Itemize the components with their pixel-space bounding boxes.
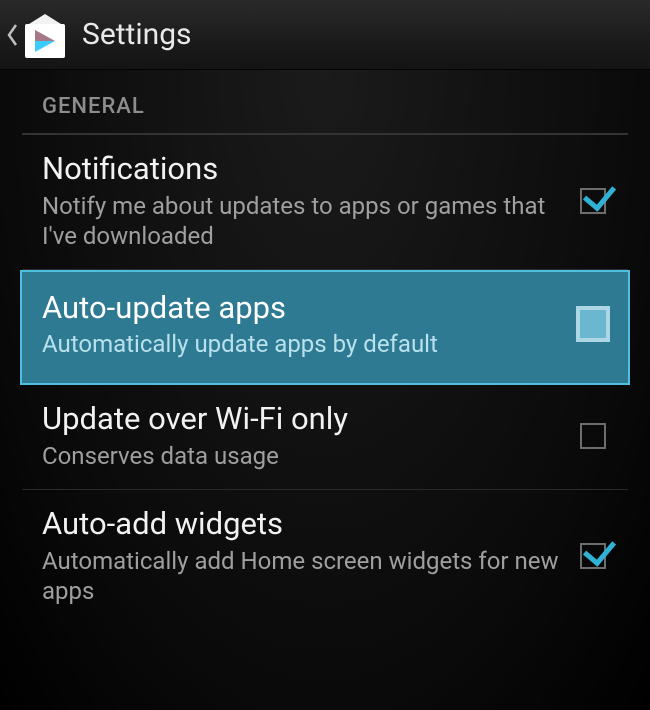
- checkmark-icon: [580, 543, 606, 569]
- setting-title: Auto-add widgets: [42, 506, 566, 542]
- page-title: Settings: [82, 17, 192, 52]
- section-header-general: GENERAL: [22, 70, 628, 135]
- setting-title: Update over Wi-Fi only: [42, 401, 566, 437]
- checkbox-wifi-only[interactable]: [576, 419, 610, 453]
- setting-title: Auto-update apps: [42, 290, 566, 326]
- setting-subtitle: Conserves data usage: [42, 441, 566, 471]
- setting-subtitle: Automatically update apps by default: [42, 329, 566, 359]
- checkbox-icon: [580, 423, 606, 449]
- action-bar: Settings: [0, 0, 650, 70]
- play-store-icon[interactable]: [20, 10, 70, 60]
- back-icon[interactable]: [6, 21, 18, 49]
- settings-list: GENERAL Notifications Notify me about up…: [0, 70, 650, 710]
- checkmark-icon: [580, 188, 606, 214]
- setting-subtitle: Notify me about updates to apps or games…: [42, 191, 566, 251]
- setting-notifications[interactable]: Notifications Notify me about updates to…: [22, 135, 628, 270]
- checkbox-icon: [576, 306, 610, 342]
- setting-auto-update-apps[interactable]: Auto-update apps Automatically update ap…: [20, 270, 630, 386]
- setting-update-wifi-only[interactable]: Update over Wi-Fi only Conserves data us…: [22, 385, 628, 490]
- setting-subtitle: Automatically add Home screen widgets fo…: [42, 546, 566, 606]
- checkbox-auto-add-widgets[interactable]: [576, 539, 610, 573]
- setting-auto-add-widgets[interactable]: Auto-add widgets Automatically add Home …: [22, 490, 628, 624]
- checkbox-auto-update[interactable]: [576, 307, 610, 341]
- checkbox-notifications[interactable]: [576, 184, 610, 218]
- setting-title: Notifications: [42, 151, 566, 187]
